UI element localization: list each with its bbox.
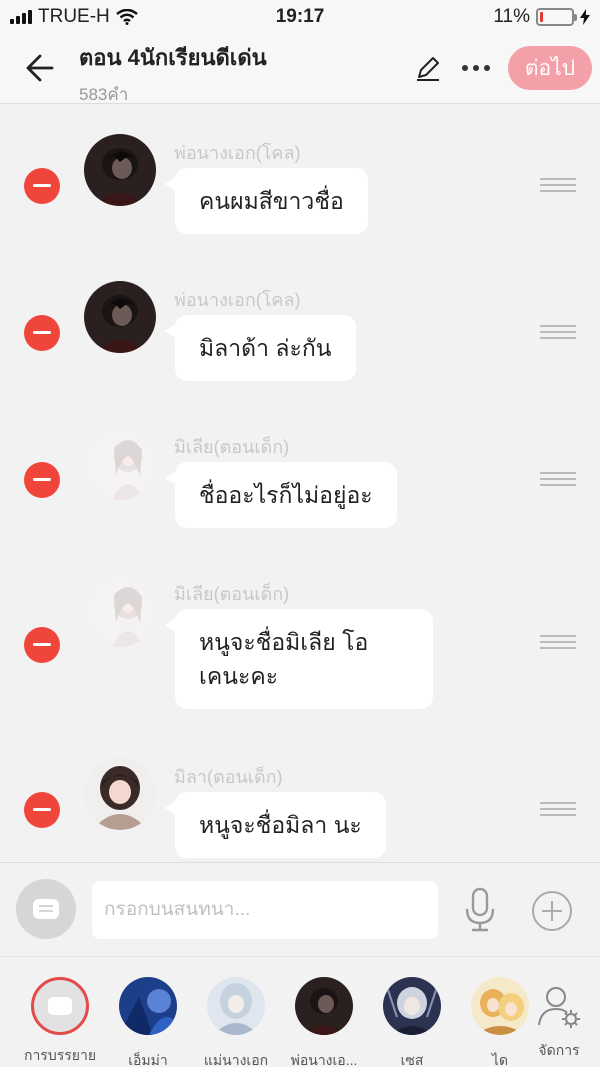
next-button[interactable]: ต่อไป: [508, 46, 592, 90]
speaker-name: มิลา(ตอนเด็ก): [174, 767, 283, 787]
avatar-milia-child[interactable]: [84, 428, 156, 500]
avatar-father[interactable]: [84, 134, 156, 206]
speaker-name: มิเลีย(ตอนเด็ก): [174, 437, 290, 457]
message-bubble[interactable]: ชื่ออะไรก็ไม่อยู่อะ: [165, 462, 397, 528]
avatar-milia-child[interactable]: [84, 575, 156, 647]
chat-bubble-icon: [48, 997, 72, 1015]
avatar-mother: [207, 977, 265, 1035]
message-bubble[interactable]: คนผมสีขาวชื่อ: [165, 168, 368, 234]
battery-icon: [536, 8, 577, 26]
microphone-icon[interactable]: [462, 887, 498, 933]
manage-characters-icon: [538, 987, 580, 1028]
page-title: ตอน 4นักเรียนดีเด่น: [79, 45, 267, 70]
chat-list: พ่อนางเอก(โคล) คนผมสีขาวชื่อ พ่อนางเอก(โ…: [0, 104, 600, 862]
drag-handle[interactable]: [540, 802, 576, 816]
drag-handle[interactable]: [540, 178, 576, 192]
character-name: เซส: [400, 1052, 424, 1067]
character-emma[interactable]: เอ็มม่า: [105, 977, 191, 1067]
character-narration[interactable]: การบรรยาย: [17, 977, 103, 1067]
more-options-button[interactable]: [458, 54, 494, 82]
narration-toggle-button[interactable]: [16, 879, 76, 939]
character-father[interactable]: พ่อนางเอ...: [281, 977, 367, 1067]
status-right: 11%: [493, 6, 590, 28]
drag-handle[interactable]: [540, 472, 576, 486]
character-name: เอ็มม่า: [128, 1052, 168, 1067]
back-arrow-icon[interactable]: [22, 50, 62, 86]
composer-bar: [0, 862, 600, 956]
message-bubble[interactable]: หนูจะชื่อมิเลีย โอ เคนะคะ: [165, 609, 433, 709]
battery-percent: 11%: [493, 6, 530, 27]
avatar-ses: [383, 977, 441, 1035]
remove-message-button[interactable]: [24, 462, 60, 498]
avatar-emma: [119, 977, 177, 1035]
character-bar: การบรรยาย เอ็มม่า แม่นางเอก พ่อนางเอ...: [0, 956, 600, 1067]
pencil-icon[interactable]: [414, 54, 442, 82]
status-bar: TRUE-H 19:17 11%: [0, 0, 600, 34]
message-bubble[interactable]: หนูจะชื่อมิลา นะ: [165, 792, 386, 858]
drag-handle[interactable]: [540, 325, 576, 339]
character-name: จัดการ: [538, 1042, 580, 1058]
character-mother[interactable]: แม่นางเอก: [193, 977, 279, 1067]
message-bubble[interactable]: มิลาด้า ล่ะกัน: [165, 315, 356, 381]
header: ตอน 4นักเรียนดีเด่น 583คำ ต่อไป: [0, 34, 600, 104]
title-block: ตอน 4นักเรียนดีเด่น 583คำ: [79, 40, 267, 108]
character-name: การบรรยาย: [23, 1047, 97, 1063]
narration-avatar: [31, 977, 89, 1035]
character-name: พ่อนางเอ...: [290, 1052, 358, 1067]
avatar-father[interactable]: [84, 281, 156, 353]
message-input[interactable]: [92, 881, 438, 939]
chat-bubble-icon: [33, 899, 59, 919]
speaker-name: พ่อนางเอก(โคล): [174, 143, 301, 163]
speaker-name: พ่อนางเอก(โคล): [174, 290, 301, 310]
remove-message-button[interactable]: [24, 627, 60, 663]
remove-message-button[interactable]: [24, 168, 60, 204]
charging-bolt-icon: [580, 9, 590, 25]
manage-characters-button[interactable]: จัดการ: [520, 977, 598, 1062]
avatar-father: [295, 977, 353, 1035]
drag-handle[interactable]: [540, 635, 576, 649]
character-name: แม่นางเอก: [203, 1052, 269, 1067]
character-ses[interactable]: เซส: [369, 977, 455, 1067]
speaker-name: มิเลีย(ตอนเด็ก): [174, 584, 290, 604]
remove-message-button[interactable]: [24, 315, 60, 351]
avatar-mila-child[interactable]: [84, 758, 156, 830]
add-attachment-button[interactable]: [532, 891, 572, 931]
remove-message-button[interactable]: [24, 792, 60, 828]
battery-fill: [540, 12, 543, 22]
